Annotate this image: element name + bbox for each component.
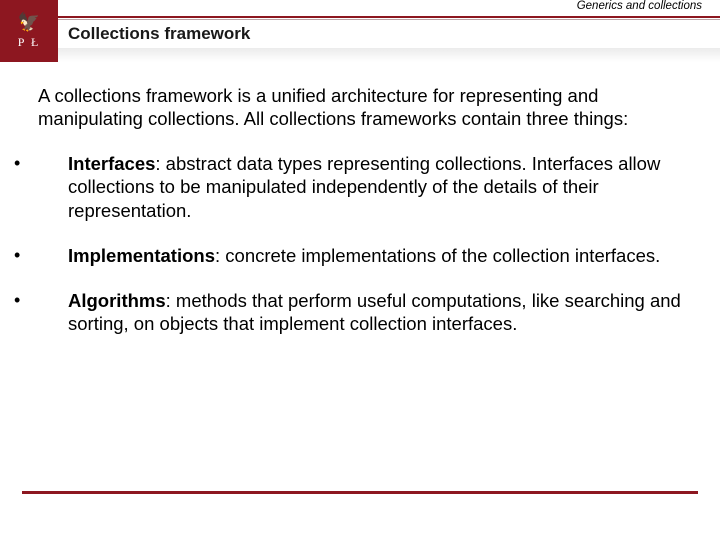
term: Interfaces <box>68 153 155 174</box>
header-rule <box>58 16 720 18</box>
topic-label: Generics and collections <box>577 0 702 12</box>
list-item: Algorithms: methods that perform useful … <box>38 289 710 335</box>
page-title: Collections framework <box>68 24 250 44</box>
intro-text: A collections framework is a unified arc… <box>38 84 678 130</box>
slide: 🦅 P Ł Generics and collections Collectio… <box>0 0 720 540</box>
term-text: : abstract data types representing colle… <box>68 153 660 220</box>
eagle-icon: 🦅 <box>18 13 40 31</box>
body: A collections framework is a unified arc… <box>0 62 720 335</box>
header-rule-secondary <box>58 19 720 20</box>
logo-letters: P Ł <box>18 35 41 50</box>
bullet-list: Interfaces: abstract data types represen… <box>38 152 710 335</box>
term: Algorithms <box>68 290 166 311</box>
header: 🦅 P Ł Generics and collections Collectio… <box>0 0 720 62</box>
logo: 🦅 P Ł <box>0 0 58 62</box>
term-text: : concrete implementations of the collec… <box>215 245 660 266</box>
header-shadow <box>58 48 720 62</box>
list-item: Interfaces: abstract data types represen… <box>38 152 710 221</box>
list-item: Implementations: concrete implementation… <box>38 244 710 267</box>
footer-rule <box>22 491 698 494</box>
term: Implementations <box>68 245 215 266</box>
